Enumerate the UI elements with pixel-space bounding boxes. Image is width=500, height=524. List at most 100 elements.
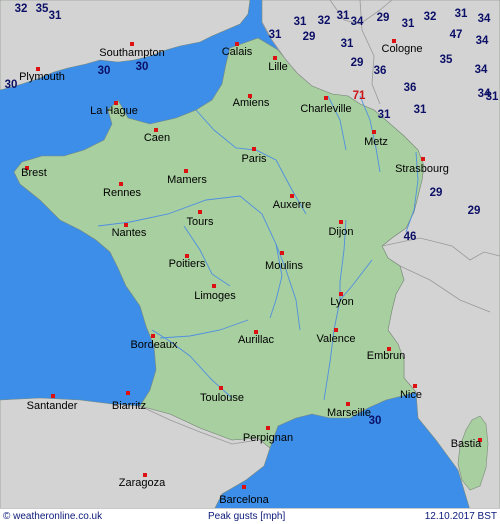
gust-value: 31 [269, 29, 282, 41]
city-marker [266, 426, 270, 430]
gust-value: 36 [404, 82, 417, 94]
gust-value: 31 [455, 8, 468, 20]
gust-value: 31 [414, 104, 427, 116]
city-marker [372, 130, 376, 134]
city-label: Nantes [112, 227, 147, 239]
city-label: Cologne [382, 43, 423, 55]
gust-value: 32 [15, 3, 28, 15]
city-marker [219, 386, 223, 390]
city-marker [242, 485, 246, 489]
city-label: Toulouse [200, 392, 244, 404]
gust-value: 47 [450, 29, 463, 41]
gust-value: 31 [341, 38, 354, 50]
city-marker [346, 402, 350, 406]
gust-value: 34 [478, 13, 491, 25]
city-marker [51, 394, 55, 398]
city-marker [252, 147, 256, 151]
map-date: 12.10.2017 BST [424, 511, 497, 522]
gust-value: 30 [136, 61, 149, 73]
gust-value: 31 [402, 18, 415, 30]
gust-value: 30 [5, 79, 18, 91]
gust-value: 31 [337, 10, 350, 22]
map-footer: © weatheronline.co.uk Peak gusts [mph] 1… [0, 508, 500, 524]
city-label: Rennes [103, 187, 141, 199]
gust-value: 31 [486, 91, 499, 103]
city-label: Dijon [328, 226, 353, 238]
gust-value: 34 [351, 16, 364, 28]
gust-value: 31 [294, 16, 307, 28]
city-label: Santander [27, 400, 78, 412]
gust-value: 46 [404, 231, 417, 243]
gust-value: 29 [377, 12, 390, 24]
gust-value: 36 [374, 65, 387, 77]
city-marker [273, 56, 277, 60]
city-label: Tours [187, 216, 214, 228]
city-marker [290, 194, 294, 198]
city-marker [413, 384, 417, 388]
gust-value: 71 [353, 90, 366, 102]
city-bastia: Bastia [451, 438, 482, 450]
city-label: Bordeaux [130, 339, 178, 351]
gust-value: 35 [440, 54, 453, 66]
city-brest: Brest [21, 166, 47, 179]
city-label: Strasbourg [395, 163, 449, 175]
city-label: Lille [268, 61, 288, 73]
city-label: Amiens [233, 97, 270, 109]
city-marker [126, 391, 130, 395]
city-label: Marseille [327, 407, 371, 419]
city-label: Bastia [451, 438, 482, 450]
map-title: Peak gusts [mph] [208, 511, 286, 522]
city-marker [198, 210, 202, 214]
city-label: Mamers [167, 174, 207, 186]
copyright-text: © weatheronline.co.uk [3, 511, 103, 522]
gust-value: 35 [36, 3, 49, 15]
gust-value: 29 [351, 57, 364, 69]
city-embrun: Embrun [367, 347, 406, 362]
city-label: Caen [144, 132, 170, 144]
gust-value: 31 [378, 109, 391, 121]
city-marker [334, 328, 338, 332]
gust-value: 29 [430, 187, 443, 199]
city-marker [184, 169, 188, 173]
city-label: Charleville [300, 103, 351, 115]
gust-value: 34 [476, 35, 489, 47]
gust-value: 29 [303, 31, 316, 43]
city-label: Valence [317, 333, 356, 345]
city-label: Brest [21, 167, 47, 179]
city-label: Metz [364, 136, 388, 148]
city-marker [151, 334, 155, 338]
gust-value: 31 [49, 10, 62, 22]
city-label: Nice [400, 389, 422, 401]
city-label: Perpignan [243, 432, 293, 444]
city-marker [421, 157, 425, 161]
city-label: Embrun [367, 350, 406, 362]
city-label: Zaragoza [119, 477, 166, 489]
gust-value: 34 [475, 64, 488, 76]
gust-value: 32 [318, 15, 331, 27]
city-label: Limoges [194, 290, 236, 302]
city-amiens: Amiens [233, 94, 270, 109]
gust-value: 30 [369, 415, 382, 427]
city-label: Paris [241, 153, 267, 165]
city-label: Southampton [99, 47, 164, 59]
city-marker [339, 220, 343, 224]
city-marker [119, 182, 123, 186]
city-marker [280, 251, 284, 255]
city-label: Aurillac [238, 334, 275, 346]
city-label: Poitiers [169, 258, 206, 270]
city-label: La Hague [90, 105, 138, 117]
gust-value: 29 [468, 205, 481, 217]
gust-value: 30 [98, 65, 111, 77]
city-marker [212, 284, 216, 288]
city-label: Barcelona [219, 494, 269, 506]
city-label: Biarritz [112, 400, 146, 412]
city-label: Plymouth [19, 71, 65, 83]
city-label: Moulins [265, 260, 303, 272]
city-label: Lyon [330, 296, 353, 308]
weather-map: Southampton Calais Plymouth Lille Cologne La … [0, 0, 500, 524]
city-label: Auxerre [273, 199, 312, 211]
gust-value: 32 [424, 11, 437, 23]
map-canvas: Southampton Calais Plymouth Lille Cologne La … [0, 0, 500, 510]
city-label: Calais [222, 46, 253, 58]
city-marker [324, 96, 328, 100]
